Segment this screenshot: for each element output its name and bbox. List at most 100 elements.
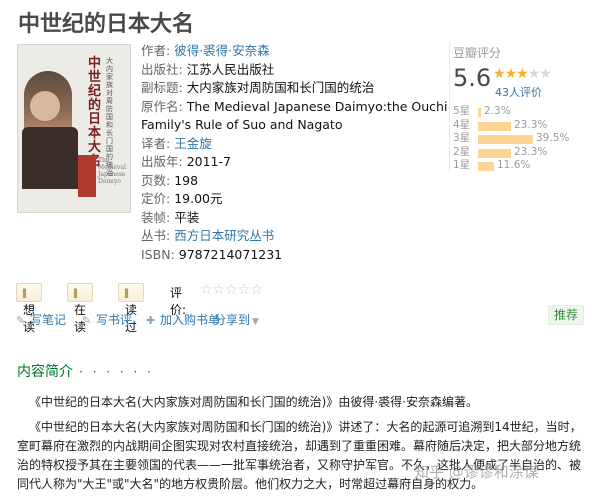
add-to-cart-label: 加入购书单	[160, 313, 221, 327]
histogram-row: 2星 23.3%	[453, 146, 588, 160]
histogram-label: 2星	[453, 145, 471, 158]
histogram-bar	[478, 162, 494, 171]
histogram-row: 5星 2.3%	[453, 105, 588, 119]
translator-label: 译者:	[141, 135, 171, 151]
histogram-percent: 23.3%	[514, 118, 548, 131]
cart-icon: ✚	[146, 314, 156, 327]
info-price: 定价: 19.00元	[141, 190, 441, 209]
add-to-cart-link[interactable]: ✚ 加入购书单	[146, 311, 220, 328]
book-cover[interactable]: 中世纪的日本大名 大内家族对周防国和长门国的统治 The Medieval Ja…	[17, 44, 131, 213]
rate-stars-input[interactable]: ☆☆☆☆☆	[200, 282, 263, 298]
series-link[interactable]: 西方日本研究丛书	[174, 228, 274, 243]
publisher-label: 出版社:	[141, 61, 183, 77]
bullet-icon: ▌	[23, 289, 30, 298]
section-dots: · · · · · ·	[79, 365, 154, 379]
subtitle-label: 副标题:	[141, 80, 183, 95]
rating-count-link[interactable]: 43人评价	[495, 84, 542, 100]
cover-portrait-robe	[22, 127, 78, 189]
pubdate-label: 出版年:	[141, 154, 183, 169]
subtitle-value: 大内家族对周防国和长门国的统治	[186, 80, 375, 95]
histogram-row: 4星 23.3%	[453, 119, 588, 133]
bullet-icon: ▌	[125, 289, 132, 298]
rating-score: 5.6	[453, 64, 492, 92]
write-note-link[interactable]: ✎ 写笔记	[16, 311, 66, 328]
recommend-button[interactable]: 推荐	[548, 305, 584, 325]
reading-button[interactable]: ▌在读	[67, 283, 94, 334]
histogram-percent: 39.5%	[536, 132, 570, 144]
watermark: 知乎 @谬谬和涂谋	[414, 463, 539, 481]
star-filled-icon: ★	[516, 66, 529, 82]
info-pages: 页数: 198	[141, 172, 441, 191]
info-original-title: 原作名: The Medieval Japanese Daimyo:the Ou…	[141, 98, 447, 117]
author-label: 作者:	[141, 43, 171, 58]
pubdate-value: 2011-7	[186, 154, 231, 169]
write-review-link[interactable]: ✎ 写书评	[82, 311, 132, 328]
rating-stars: ★★★★★	[493, 66, 552, 82]
want-read-button[interactable]: ▌想读	[16, 283, 43, 334]
info-subtitle: 副标题: 大内家族对周防国和长门国的统治	[141, 79, 441, 98]
bullet-icon: ▌	[74, 289, 81, 298]
star-empty-icon: ★	[527, 66, 541, 82]
cover-red-block	[78, 155, 96, 197]
cover-vertical-title: 中世纪的日本大名	[88, 56, 102, 169]
histogram-label: 4星	[453, 118, 471, 131]
isbn-label: ISBN:	[141, 246, 175, 262]
histogram-label: 3星	[453, 132, 471, 144]
star-filled-icon: ★	[493, 66, 506, 82]
info-author: 作者: 彼得·裘得·安奈森	[141, 42, 441, 61]
section-heading: 内容简介 · · · · · ·	[17, 361, 154, 381]
histogram-bar	[478, 148, 511, 158]
original-value-2: Family's Rule of Suo and Nagato	[141, 117, 343, 132]
translator-link[interactable]: 王金旋	[174, 136, 212, 151]
cover-english-text: The Medieval Japanese Daimyo	[98, 157, 126, 185]
pages-label: 页数:	[141, 172, 171, 188]
histogram-row: 3星 39.5%	[453, 132, 588, 146]
book-info: 作者: 彼得·裘得·安奈森 出版社: 江苏人民出版社 副标题: 大内家族对周防国…	[141, 42, 447, 265]
read-button[interactable]: ▌读过	[118, 283, 145, 334]
cover-portrait-face	[30, 91, 60, 121]
histogram-bar	[478, 121, 511, 131]
chevron-down-icon: ▼	[252, 317, 259, 327]
pencil-icon: ✎	[82, 314, 92, 327]
histogram-percent: 11.6%	[497, 159, 531, 171]
binding-label: 装帧:	[141, 209, 171, 225]
section-title: 内容简介	[17, 364, 73, 380]
original-label: 原作名:	[141, 98, 183, 114]
publisher-value: 江苏人民出版社	[186, 61, 275, 77]
price-label: 定价:	[141, 191, 171, 206]
intro-paragraph-1: 《中世纪的日本大名(大内家族对周防国和长门国的统治)》由彼得·裘得·安奈森编著。	[29, 395, 478, 409]
rating-panel: 豆瓣评分 5.6 ★★★★★ 43人评价 5星 2.3% 4星 23.3% 3星 39.5…	[449, 42, 589, 172]
share-link[interactable]: 分享到 ▼	[214, 311, 259, 328]
star-empty-icon: ★	[539, 66, 552, 82]
share-label: 分享到	[214, 313, 251, 327]
info-series: 丛书: 西方日本研究丛书	[141, 227, 441, 246]
author-link[interactable]: 彼得·裘得·安奈森	[174, 43, 269, 58]
histogram-label: 1星	[453, 159, 471, 171]
star-filled-icon: ★	[504, 66, 518, 82]
info-binding: 装帧: 平装	[141, 209, 441, 228]
info-pubdate: 出版年: 2011-7	[141, 153, 441, 172]
write-note-label: 写笔记	[30, 313, 67, 327]
write-review-label: 写书评	[96, 313, 133, 327]
price-value: 19.00元	[174, 191, 223, 206]
histogram-bar	[478, 108, 481, 117]
rating-histogram: 5星 2.3% 4星 23.3% 3星 39.5% 2星 23.3% 1星 11.6%	[453, 105, 588, 173]
binding-value: 平装	[174, 209, 200, 225]
series-label: 丛书:	[141, 228, 171, 243]
info-isbn: ISBN: 9787214071231	[141, 246, 441, 265]
pencil-icon: ✎	[16, 314, 26, 327]
histogram-row: 1星 11.6%	[453, 159, 588, 173]
info-translator: 译者: 王金旋	[141, 135, 441, 154]
book-title: 中世纪的日本大名	[18, 12, 195, 37]
info-original-title-cont: Family's Rule of Suo and Nagato	[141, 116, 441, 135]
intro-paragraph-2: 《中世纪的日本大名(大内家族对周防国和长门国的统治)》讲述了：大名的起源可追溯到…	[17, 420, 582, 491]
histogram-percent: 2.3%	[484, 105, 511, 117]
rating-heading: 豆瓣评分	[453, 46, 502, 60]
original-value-1: The Medieval Japanese Daimyo:the Ouchi	[186, 98, 448, 114]
histogram-label: 5星	[453, 105, 471, 117]
isbn-value: 9787214071231	[178, 246, 283, 262]
pages-value: 198	[174, 172, 199, 188]
info-publisher: 出版社: 江苏人民出版社	[141, 61, 441, 80]
histogram-percent: 23.3%	[514, 145, 548, 158]
histogram-bar	[478, 135, 533, 144]
